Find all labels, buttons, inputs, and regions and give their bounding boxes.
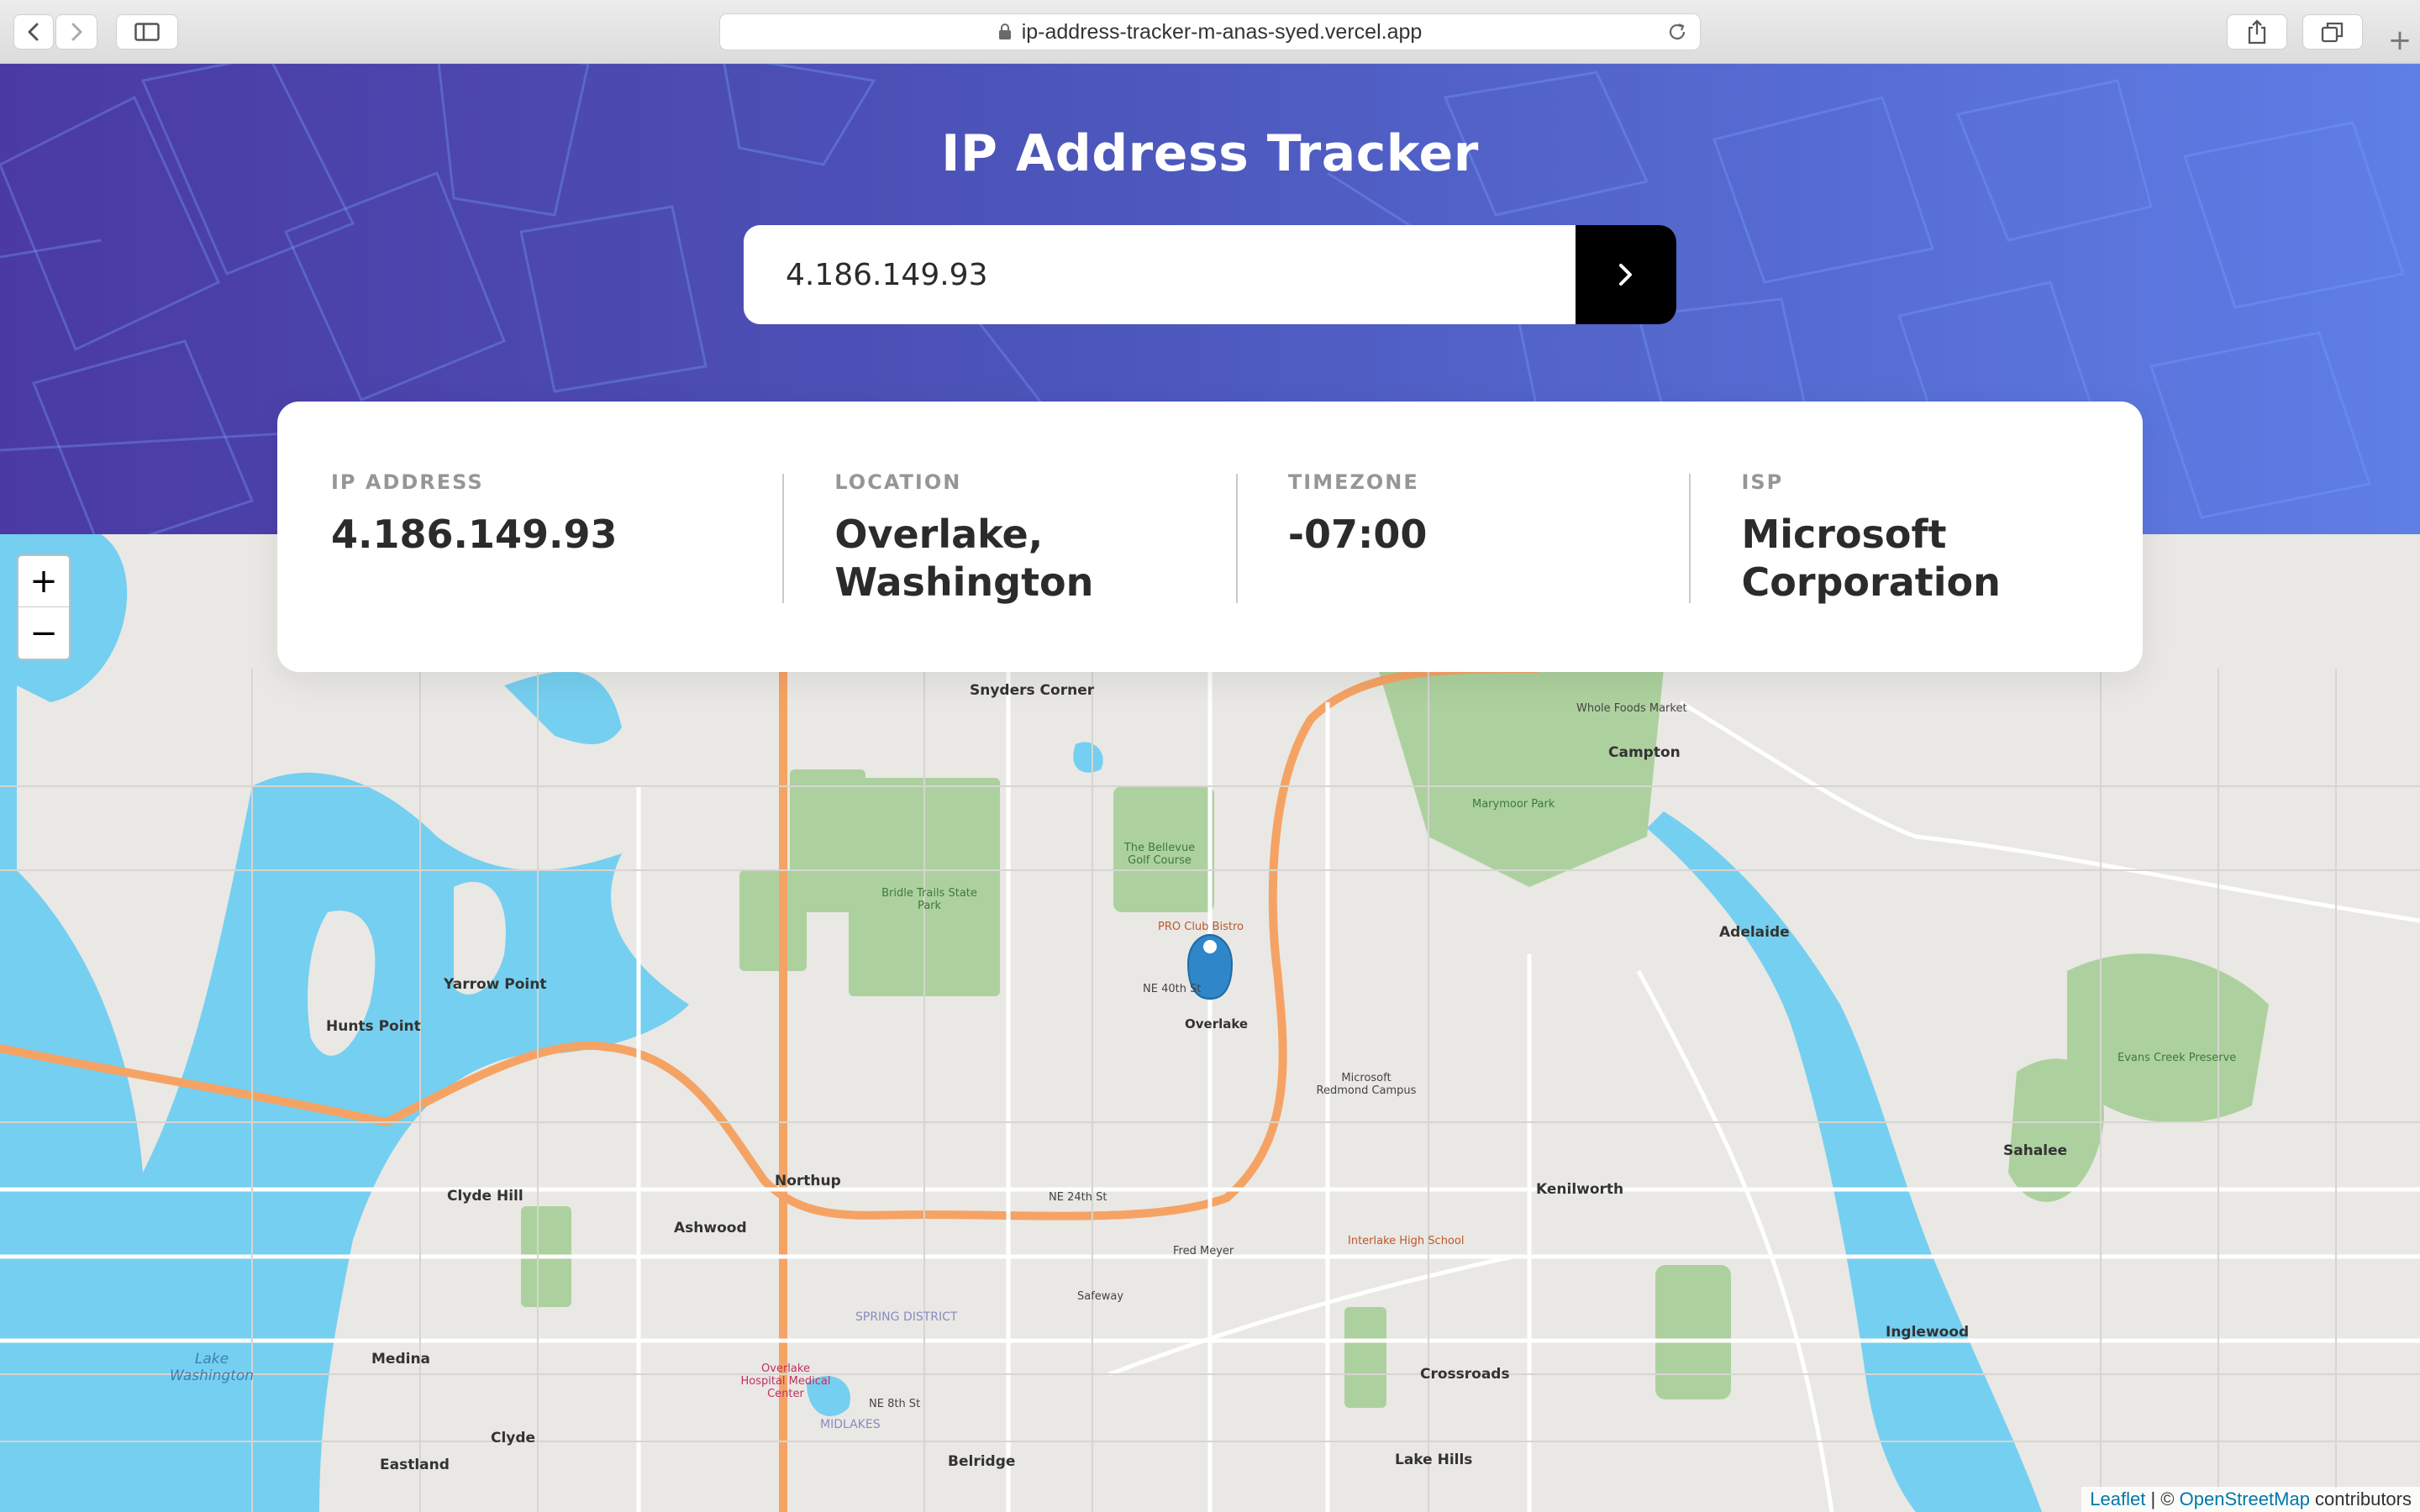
browser-toolbar: ip-address-tracker-m-anas-syed.vercel.ap… (0, 0, 2420, 64)
isp-value: Microsoft Corporation (1741, 512, 2001, 605)
map-label: Bridle Trails State Park (881, 887, 977, 912)
map-label: PRO Club Bistro (1158, 921, 1244, 933)
map-label: Marymoor Park (1472, 798, 1555, 811)
map-label: Northup (775, 1173, 841, 1189)
map-attribution: Leaflet | © OpenStreetMap contributors (2081, 1487, 2420, 1512)
sidebar-icon (134, 23, 160, 41)
map-label: Sahalee (2003, 1142, 2068, 1159)
map-label: Eastland (380, 1457, 450, 1473)
osm-link[interactable]: OpenStreetMap (2180, 1488, 2310, 1510)
map-label: Clyde Hill (447, 1188, 523, 1205)
share-button[interactable] (2227, 14, 2287, 50)
ip-info-card: IP ADDRESS 4.186.149.93 LOCATION Overlak… (277, 402, 2143, 672)
ip-address-value: 4.186.149.93 (331, 512, 618, 557)
forward-button[interactable] (55, 14, 97, 50)
zoom-control: + − (17, 554, 71, 660)
sidebar-toggle-button[interactable] (116, 14, 178, 50)
map-label: SPRING DISTRICT (855, 1310, 958, 1324)
marker-place-label: Overlake (1185, 1016, 1249, 1032)
attribution-separator: | © (2145, 1488, 2180, 1509)
map-label: NE 24th St (1049, 1191, 1107, 1204)
map-label: MIDLAKES (820, 1418, 881, 1431)
map-label: Clyde (491, 1430, 536, 1446)
back-button[interactable] (13, 14, 54, 50)
search-submit-button[interactable] (1576, 225, 1676, 324)
timezone-value: -07:00 (1287, 512, 1428, 557)
location-label: LOCATION (834, 470, 962, 494)
share-icon (2248, 19, 2266, 45)
map-label: Kenilworth (1536, 1181, 1624, 1198)
timezone-label: TIMEZONE (1287, 470, 1419, 494)
chevron-right-icon (71, 23, 82, 41)
ip-search-input[interactable] (744, 225, 1576, 324)
map-label: Hunts Point (326, 1018, 421, 1035)
map-label: Medina (371, 1351, 431, 1368)
isp-label: ISP (1741, 470, 1784, 494)
map-label: Ashwood (674, 1220, 747, 1236)
map-label: The Bellevue Golf Course (1123, 842, 1196, 867)
map-label: Campton (1608, 744, 1681, 761)
ip-address-label: IP ADDRESS (331, 470, 484, 494)
reload-icon[interactable] (1666, 21, 1688, 43)
map-label: Snyders Corner (970, 682, 1095, 699)
map-label: Crossroads (1420, 1366, 1510, 1383)
map-label: Safeway (1077, 1290, 1124, 1303)
map-label: Fred Meyer (1173, 1245, 1234, 1257)
map-label: NE 40th St (1143, 983, 1202, 995)
map-label: Lake Washington (170, 1351, 255, 1384)
location-value: Overlake, Washington (834, 512, 1094, 605)
isp-section: ISP Microsoft Corporation (1689, 402, 2143, 672)
map-label: Yarrow Point (444, 976, 547, 993)
map-view[interactable]: Snyders Corner Campton Adelaide Yarrow P… (0, 534, 2420, 1512)
lock-icon (998, 24, 1011, 39)
page-title: IP Address Tracker (941, 124, 1479, 183)
map-label: Adelaide (1719, 924, 1790, 941)
map-label: Microsoft Redmond Campus (1316, 1072, 1417, 1097)
tabs-overview-button[interactable] (2302, 14, 2363, 50)
new-tab-button[interactable]: + (2380, 17, 2420, 64)
timezone-section: TIMEZONE -07:00 (1235, 402, 1690, 672)
map-label: Overlake Hospital Medical Center (740, 1362, 831, 1400)
leaflet-link[interactable]: Leaflet (2090, 1488, 2145, 1510)
zoom-in-button[interactable]: + (18, 556, 69, 607)
chevron-right-icon (1619, 264, 1632, 286)
zoom-out-button[interactable]: − (18, 607, 69, 659)
location-section: LOCATION Overlake, Washington (782, 402, 1236, 672)
ip-address-section: IP ADDRESS 4.186.149.93 (331, 402, 782, 672)
map-label: Inglewood (1886, 1324, 1970, 1341)
url-text: ip-address-tracker-m-anas-syed.vercel.ap… (1021, 19, 1423, 44)
map-label: Belridge (948, 1453, 1016, 1470)
attribution-suffix: contributors (2309, 1488, 2412, 1509)
map-label: Interlake High School (1348, 1235, 1465, 1247)
map-label: Lake Hills (1395, 1452, 1473, 1468)
map-label: NE 8th St (869, 1398, 921, 1410)
address-bar[interactable]: ip-address-tracker-m-anas-syed.vercel.ap… (719, 13, 1701, 50)
map-label: Whole Foods Market (1576, 702, 1687, 715)
plus-icon: + (2387, 24, 2412, 57)
chevron-left-icon (28, 23, 39, 41)
tabs-icon (2321, 22, 2344, 43)
map-label: Evans Creek Preserve (2118, 1052, 2237, 1064)
search-bar (744, 225, 1676, 324)
